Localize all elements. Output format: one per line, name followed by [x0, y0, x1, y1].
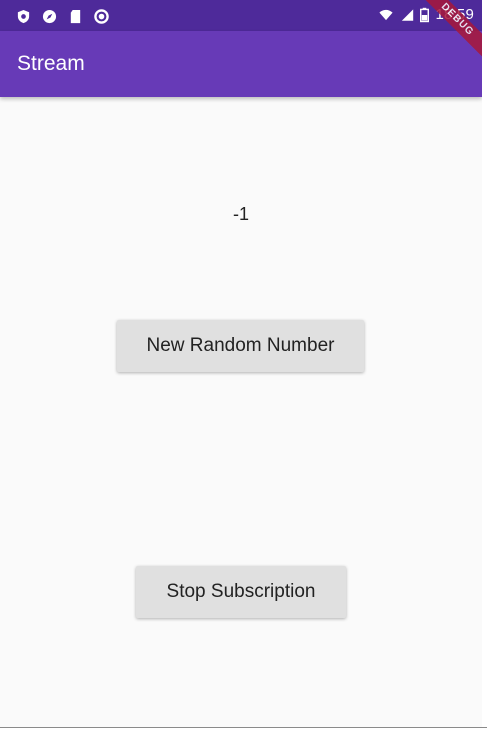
app-bar: Stream: [0, 31, 482, 97]
signal-icon: [402, 8, 414, 21]
status-bar: 18:59: [0, 0, 482, 31]
shield-icon: [17, 9, 30, 24]
app-screen: 18:59 Stream DEBUG -1 New Random Number …: [0, 0, 482, 727]
wifi-icon: [379, 9, 394, 21]
new-random-number-button[interactable]: New Random Number: [117, 320, 364, 372]
frame-divider: [0, 727, 487, 728]
sd-card-icon: [70, 9, 81, 24]
battery-icon: [420, 7, 430, 22]
random-number-display: -1: [232, 204, 249, 224]
navigation-icon: [42, 9, 57, 24]
app-title: Stream: [17, 52, 85, 75]
circle-icon: [94, 9, 109, 24]
stop-subscription-button[interactable]: Stop Subscription: [136, 566, 346, 618]
status-left-icons: [16, 9, 109, 24]
